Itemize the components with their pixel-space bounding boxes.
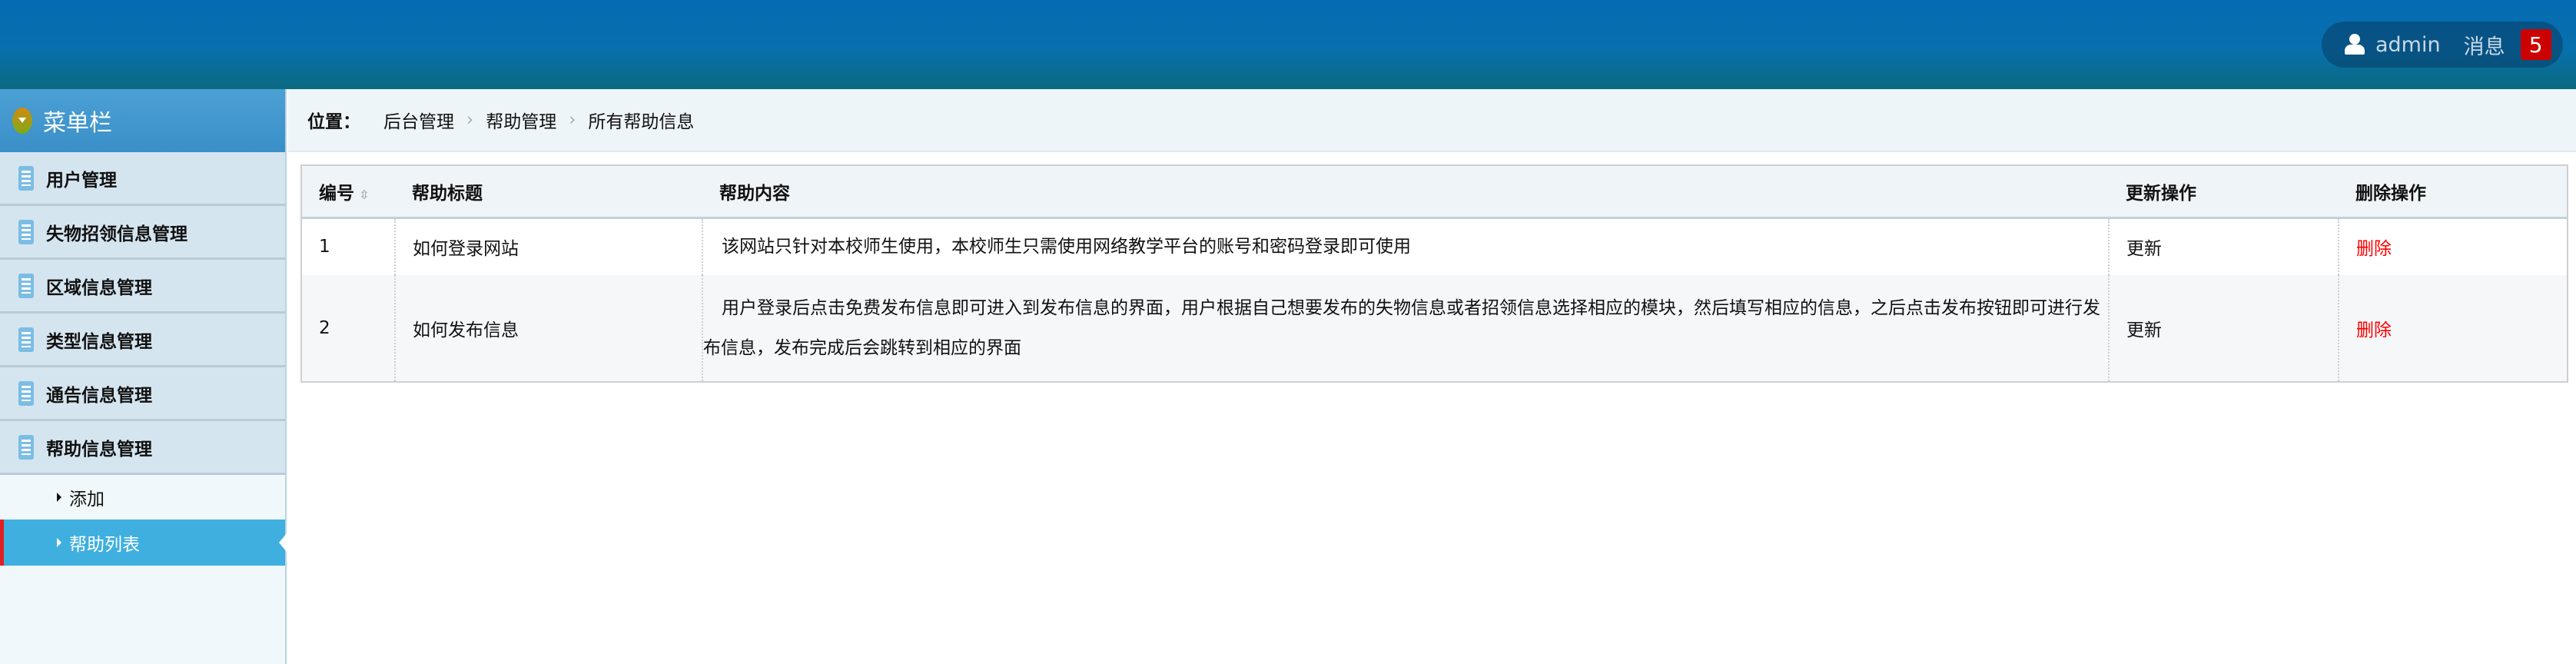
cell-id: 2 <box>301 275 395 382</box>
help-table: 编号 ⇳ 帮助标题 帮助内容 更新操作 删除操作 1 如何登录网站 该网站只针对本… <box>300 164 2568 383</box>
user-info-bar: admin 消息 5 <box>2322 22 2563 68</box>
table-header-row: 编号 ⇳ 帮助标题 帮助内容 更新操作 删除操作 <box>301 165 2568 219</box>
sidebar-item-label: 区域信息管理 <box>46 277 152 298</box>
table-row: 1 如何登录网站 该网站只针对本校师生使用，本校师生只需使用网络教学平台的账号和… <box>301 217 2568 275</box>
update-link[interactable]: 更新 <box>2108 275 2339 382</box>
sidebar-item-lost-found[interactable]: 失物招领信息管理 <box>0 206 285 260</box>
cell-content: 该网站只针对本校师生使用，本校师生只需使用网络教学平台的账号和密码登录即可使用 <box>702 217 2109 275</box>
table-row: 2 如何发布信息 用户登录后点击免费发布信息即可进入到发布信息的界面，用户根据自… <box>301 275 2568 382</box>
breadcrumb-item[interactable]: 后台管理 <box>383 107 454 133</box>
sidebar-item-users[interactable]: 用户管理 <box>0 152 285 206</box>
sidebar-header[interactable]: 菜单栏 <box>0 89 285 152</box>
sidebar-item-regions[interactable]: 区域信息管理 <box>0 260 285 314</box>
delete-link[interactable]: 删除 <box>2338 275 2568 382</box>
sidebar-item-notices[interactable]: 通告信息管理 <box>0 367 285 421</box>
sidebar-item-label: 通告信息管理 <box>46 385 152 406</box>
sidebar-subitem-add[interactable]: 添加 <box>0 475 285 520</box>
column-header-update: 更新操作 <box>2109 165 2339 219</box>
chevron-right-icon: › <box>569 110 576 130</box>
sidebar-subitem-label: 添加 <box>69 490 105 510</box>
chevron-right-icon: › <box>466 110 474 130</box>
sidebar-subitem-help-list[interactable]: 帮助列表 <box>0 520 287 566</box>
triangle-right-icon <box>57 493 61 502</box>
breadcrumb: 位置： 后台管理 › 帮助管理 › 所有帮助信息 <box>288 89 2576 152</box>
list-icon <box>18 273 34 298</box>
sidebar-item-label: 帮助信息管理 <box>46 439 152 460</box>
column-header-title: 帮助标题 <box>395 165 702 219</box>
list-icon <box>18 219 34 244</box>
sort-icon[interactable]: ⇳ <box>359 188 369 202</box>
cell-content: 用户登录后点击免费发布信息即可进入到发布信息的界面，用户根据自己想要发布的失物信… <box>702 275 2109 382</box>
message-count-badge[interactable]: 5 <box>2520 29 2551 60</box>
username[interactable]: admin <box>2375 33 2441 57</box>
delete-link[interactable]: 删除 <box>2338 217 2568 275</box>
list-icon <box>18 165 34 191</box>
breadcrumb-item[interactable]: 帮助管理 <box>486 107 556 133</box>
list-icon <box>18 380 34 406</box>
column-header-delete: 删除操作 <box>2339 165 2568 219</box>
sidebar-item-help[interactable]: 帮助信息管理 <box>0 421 285 475</box>
sidebar-item-label: 类型信息管理 <box>46 331 152 352</box>
update-link[interactable]: 更新 <box>2108 217 2339 275</box>
breadcrumb-label: 位置： <box>307 112 360 132</box>
column-header-content: 帮助内容 <box>702 165 2109 219</box>
sidebar: 菜单栏 用户管理 失物招领信息管理 区域信息管理 类型信息管理 通告信息管理 帮… <box>0 89 287 664</box>
breadcrumb-item: 所有帮助信息 <box>588 112 695 132</box>
cell-title: 如何登录网站 <box>394 217 702 275</box>
sidebar-title: 菜单栏 <box>43 110 112 137</box>
sidebar-subitem-label: 帮助列表 <box>69 535 140 555</box>
collapse-icon[interactable] <box>12 108 32 134</box>
user-icon <box>2345 34 2365 55</box>
sidebar-item-label: 失物招领信息管理 <box>46 224 188 244</box>
list-icon <box>18 434 34 460</box>
triangle-right-icon <box>57 538 61 547</box>
sidebar-item-types[interactable]: 类型信息管理 <box>0 314 285 367</box>
sidebar-item-label: 用户管理 <box>46 170 117 191</box>
list-icon <box>18 327 34 352</box>
column-header-id[interactable]: 编号 ⇳ <box>301 165 395 219</box>
top-header: admin 消息 5 <box>0 0 2576 89</box>
cell-title: 如何发布信息 <box>394 275 702 382</box>
messages-link[interactable]: 消息 <box>2464 30 2505 60</box>
cell-id: 1 <box>301 217 395 275</box>
